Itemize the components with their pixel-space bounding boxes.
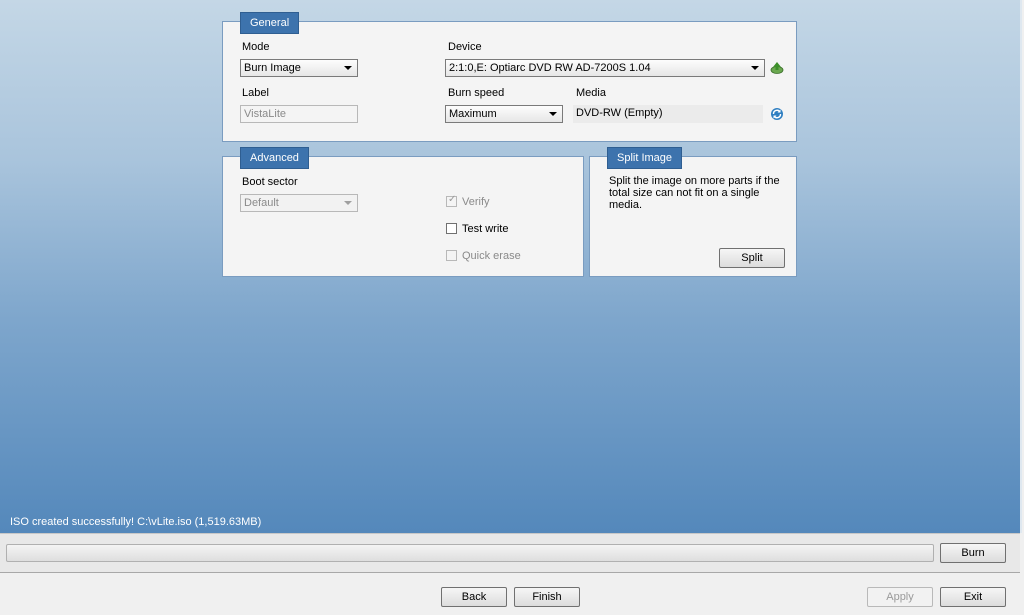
device-label: Device (448, 41, 482, 53)
back-button[interactable]: Back (441, 587, 507, 607)
test-write-checkbox[interactable] (446, 223, 457, 234)
verify-label: Verify (462, 196, 490, 208)
progress-row: Burn (0, 533, 1020, 573)
mode-label: Mode (242, 41, 270, 53)
burn-speed-dropdown[interactable]: Maximum (445, 105, 563, 123)
media-value: DVD-RW (Empty) (573, 105, 763, 123)
device-dropdown[interactable]: 2:1:0,E: Optiarc DVD RW AD-7200S 1.04 (445, 59, 765, 77)
boot-sector-label: Boot sector (242, 176, 298, 188)
chevron-down-icon (344, 201, 352, 205)
checkmark-icon: ✓ (448, 194, 457, 205)
split-button[interactable]: Split (719, 248, 785, 268)
main-content-area: General Mode Burn Image Device 2:1:0,E: … (0, 0, 1022, 533)
advanced-panel: Advanced Boot sector Default ✓ Verify Te… (222, 147, 584, 277)
status-message: ISO created successfully! C:\vLite.iso (… (10, 516, 262, 528)
boot-sector-dropdown[interactable]: Default (240, 194, 358, 212)
burn-speed-label: Burn speed (448, 87, 505, 99)
burn-speed-dropdown-value: Maximum (449, 108, 497, 120)
verify-checkbox[interactable]: ✓ (446, 194, 457, 207)
refresh-icon[interactable] (770, 107, 784, 121)
boot-sector-dropdown-value: Default (244, 197, 279, 209)
quick-erase-label: Quick erase (462, 250, 521, 262)
split-description: Split the image on more parts if the tot… (609, 175, 780, 211)
exit-button[interactable]: Exit (940, 587, 1006, 607)
eject-disc-icon[interactable] (770, 61, 784, 75)
quick-erase-checkbox[interactable] (446, 250, 457, 261)
label-input[interactable]: VistaLite (240, 105, 358, 123)
apply-button[interactable]: Apply (867, 587, 933, 607)
advanced-panel-title: Advanced (240, 147, 309, 169)
chevron-down-icon (549, 112, 557, 116)
chevron-down-icon (344, 66, 352, 70)
label-label: Label (242, 87, 269, 99)
mode-dropdown[interactable]: Burn Image (240, 59, 358, 77)
mode-dropdown-value: Burn Image (244, 62, 301, 74)
split-image-panel: Split Image Split the image on more part… (589, 147, 797, 277)
media-label: Media (576, 87, 606, 99)
test-write-label: Test write (462, 223, 509, 235)
finish-button[interactable]: Finish (514, 587, 580, 607)
chevron-down-icon (751, 66, 759, 70)
burn-progress-bar (6, 544, 934, 562)
burn-button[interactable]: Burn (940, 543, 1006, 563)
device-dropdown-value: 2:1:0,E: Optiarc DVD RW AD-7200S 1.04 (449, 62, 651, 74)
general-panel: General Mode Burn Image Device 2:1:0,E: … (222, 12, 797, 142)
split-image-panel-title: Split Image (607, 147, 683, 169)
general-panel-title: General (240, 12, 300, 34)
